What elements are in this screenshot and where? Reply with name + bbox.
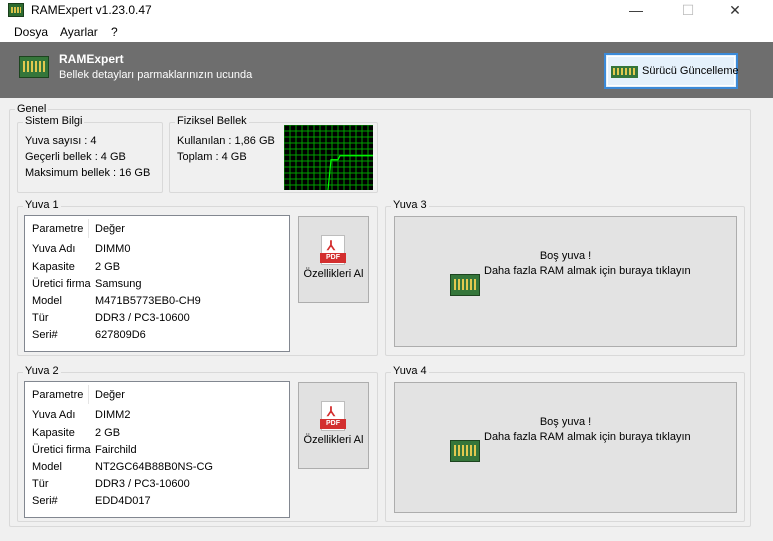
ram-module-icon <box>450 440 480 462</box>
row-value: 627809D6 <box>95 329 146 341</box>
row-param: Seri# <box>32 495 58 507</box>
driver-update-label: Sürücü Güncelleme <box>642 65 739 77</box>
row-param: Tür <box>32 312 49 324</box>
column-header-param[interactable]: Parametre <box>32 389 83 401</box>
row-param: Üretici firma <box>32 278 91 290</box>
slot2-details-list[interactable]: Parametre Değer Yuva Adı DIMM2 Kapasite … <box>24 381 290 518</box>
row-value: M471B5773EB0-CH9 <box>95 295 201 307</box>
ram-module-icon <box>611 66 638 78</box>
row-param: Üretici firma <box>32 444 91 456</box>
row-value: 2 GB <box>95 261 121 273</box>
row-value: NT2GC64B88B0NS-CG <box>95 461 213 473</box>
slot1-get-specs-button[interactable]: ⅄ PDF Özellikleri Al <box>298 216 369 303</box>
window-title: RAMExpert v1.23.0.47 <box>31 3 152 17</box>
minimize-button[interactable]: — <box>613 0 659 22</box>
physical-memory-legend: Fiziksel Bellek <box>175 115 249 127</box>
row-value: DIMM2 <box>95 409 131 421</box>
get-specs-label: Özellikleri Al <box>303 268 364 280</box>
memory-usage-svg <box>284 125 373 190</box>
slot1-details-list[interactable]: Parametre Değer Yuva Adı DIMM0 Kapasite … <box>24 215 290 352</box>
row-value: DDR3 / PC3-10600 <box>95 312 190 324</box>
slot4-legend: Yuva 4 <box>391 365 429 377</box>
row-param: Yuva Adı <box>32 243 76 255</box>
system-info-legend: Sistem Bilgi <box>23 115 85 127</box>
row-param: Tür <box>32 478 49 490</box>
pdf-icon: ⅄ PDF <box>320 235 346 265</box>
banner-subtitle: Bellek detayları parmaklarınızın ucunda <box>59 69 253 81</box>
general-legend: Genel <box>15 103 49 115</box>
max-memory-text: Maksimum bellek : 16 GB <box>25 167 151 179</box>
memory-usage-graph <box>284 125 373 190</box>
column-divider <box>88 219 89 238</box>
empty-slot-text: Boş yuva ! <box>539 250 592 262</box>
column-divider <box>88 385 89 404</box>
slot2-legend: Yuva 2 <box>23 365 61 377</box>
close-button[interactable]: ✕ <box>712 0 758 22</box>
row-param: Model <box>32 461 62 473</box>
row-param: Model <box>32 295 62 307</box>
pdf-icon: ⅄ PDF <box>320 401 346 431</box>
menu-dosya[interactable]: Dosya <box>14 25 48 39</box>
column-header-value[interactable]: Değer <box>95 389 125 401</box>
slot-count-text: Yuva sayısı : 4 <box>25 135 97 147</box>
total-memory-text: Toplam : 4 GB <box>177 151 247 163</box>
row-param: Kapasite <box>32 427 75 439</box>
row-value: EDD4D017 <box>95 495 151 507</box>
slot2-get-specs-button[interactable]: ⅄ PDF Özellikleri Al <box>298 382 369 469</box>
row-param: Yuva Adı <box>32 409 76 421</box>
banner-title: RAMExpert <box>59 52 124 66</box>
slot4-empty-buy-button[interactable]: Boş yuva ! Daha fazla RAM almak için bur… <box>394 382 737 513</box>
row-param: Seri# <box>32 329 58 341</box>
row-value: Samsung <box>95 278 142 290</box>
empty-slot-text: Boş yuva ! <box>539 416 592 428</box>
menu-ayarlar[interactable]: Ayarlar <box>60 25 98 39</box>
column-header-value[interactable]: Değer <box>95 223 125 235</box>
maximize-button[interactable]: ☐ <box>665 0 711 22</box>
slot3-legend: Yuva 3 <box>391 199 429 211</box>
slot3-empty-buy-button[interactable]: Boş yuva ! Daha fazla RAM almak için bur… <box>394 216 737 347</box>
used-memory-text: Kullanılan : 1,86 GB <box>177 135 275 147</box>
column-header-param[interactable]: Parametre <box>32 223 83 235</box>
app-icon <box>8 3 24 17</box>
ram-module-icon <box>450 274 480 296</box>
slot1-legend: Yuva 1 <box>23 199 61 211</box>
menu-help[interactable]: ? <box>111 25 118 39</box>
row-value: Fairchild <box>95 444 137 456</box>
current-memory-text: Geçerli bellek : 4 GB <box>25 151 126 163</box>
row-value: DDR3 / PC3-10600 <box>95 478 190 490</box>
driver-update-button[interactable]: Sürücü Güncelleme <box>604 53 739 89</box>
get-specs-label: Özellikleri Al <box>303 434 364 446</box>
buy-ram-text: Daha fazla RAM almak için buraya tıklayı… <box>484 431 691 443</box>
row-value: 2 GB <box>95 427 121 439</box>
ram-module-icon <box>19 56 49 78</box>
row-value: DIMM0 <box>95 243 131 255</box>
row-param: Kapasite <box>32 261 75 273</box>
buy-ram-text: Daha fazla RAM almak için buraya tıklayı… <box>484 265 691 277</box>
